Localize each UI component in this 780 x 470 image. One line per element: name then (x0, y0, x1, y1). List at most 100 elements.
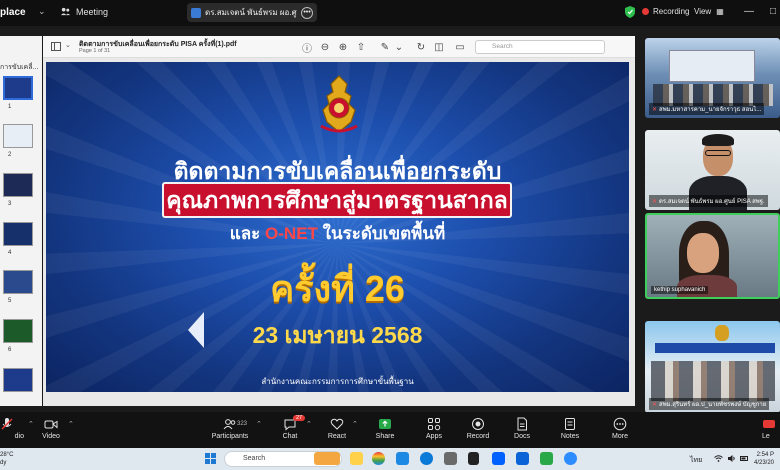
person-glasses (705, 150, 731, 156)
system-clock[interactable]: 2:54 P 4/23/20 (754, 451, 774, 467)
restore-button[interactable]: □ (770, 6, 776, 17)
weather-widget[interactable]: 28°C dy (0, 451, 13, 467)
more-button[interactable]: More (597, 415, 643, 447)
docs-button[interactable]: Docs (499, 415, 545, 447)
rotate-icon[interactable]: ↻ (415, 41, 427, 53)
search-highlight-icon[interactable] (314, 452, 340, 465)
security-shield-icon[interactable] (625, 6, 635, 18)
record-button[interactable]: Record (455, 415, 501, 447)
apps-button[interactable]: Apps (411, 415, 457, 447)
page-thumbnail-2[interactable] (3, 124, 33, 148)
chevron-down-icon[interactable]: ⌄ (65, 41, 71, 49)
chat-unread-badge: 27 (293, 415, 306, 421)
apps-icon (428, 418, 441, 431)
windows-taskbar: 28°C dy Search ไทย 2:54 P 4/23/20 (0, 448, 780, 470)
mic-muted-icon: ✕ (652, 198, 658, 205)
edge-browser-icon[interactable] (420, 452, 433, 465)
person-face (687, 233, 719, 273)
page-thumbnail-4[interactable] (3, 222, 33, 246)
recording-indicator[interactable]: Recording (642, 7, 689, 16)
chevron-down-icon[interactable]: ⌄ (393, 41, 405, 53)
zoom-out-icon[interactable]: ⊖ (319, 41, 331, 53)
page-thumbnail-5[interactable] (3, 270, 33, 294)
page-thumbnail-7[interactable] (3, 368, 33, 392)
emblem-icon (715, 325, 729, 341)
line3-suffix: ในระดับเขตพื้นที่ (322, 224, 446, 243)
weather-temp: 28°C (0, 452, 14, 458)
view-menu-button[interactable]: View ▦ (694, 7, 724, 16)
file-explorer-icon[interactable] (350, 452, 363, 465)
search-input[interactable]: Search (475, 40, 605, 54)
active-speaker-tile[interactable]: kethip suphavanich (645, 213, 780, 299)
chevron-up-icon[interactable]: ⌃ (352, 420, 358, 428)
share-screen-button[interactable]: Share (362, 415, 408, 447)
wifi-icon[interactable] (714, 454, 723, 463)
outlook-icon[interactable] (516, 452, 529, 465)
record-label: Record (466, 433, 490, 440)
top-bar: place ⌄ Meeting ดร.สมเจตน์ พันธ์พรม ผอ.ศ… (0, 0, 780, 26)
page-thumbnail-3[interactable] (3, 173, 33, 197)
chrome-icon[interactable] (372, 452, 385, 465)
page-thumbnail-pane: การขับเคลื่... 1 2 3 4 5 6 (0, 36, 42, 406)
amazon-icon[interactable] (468, 452, 479, 465)
windows-start-icon[interactable] (205, 453, 216, 464)
page-number: 4 (8, 250, 12, 256)
share-label: Share (375, 433, 395, 440)
participants-label: Participants (211, 433, 249, 440)
markup-pen-icon[interactable]: ✎ (379, 41, 391, 53)
participant-name: ดร.สมเจตน์ พันธ์พรม ผอ.ศูนย์ PISA สพฐ. (659, 199, 765, 205)
share-screen-icon (379, 419, 391, 429)
participants-icon (223, 419, 236, 430)
participant-video-tile[interactable]: ✕ สพม.มหาสารคาม_นายจักราวุธ สอนไ... (645, 38, 780, 118)
minimize-button[interactable]: — (744, 6, 754, 17)
participant-name-label: ✕ สพม.สุรินทร์ ผอ.ป_นายพัชรพงษ์ บัญชูกาย (649, 398, 770, 410)
meeting-people-icon (60, 7, 71, 16)
more-options-icon[interactable]: ••• (301, 6, 313, 19)
record-icon (472, 418, 484, 430)
zoom-meeting-window: place ⌄ Meeting ดร.สมเจตน์ พันธ์พรม ผอ.ศ… (0, 0, 780, 470)
edge-icon[interactable] (396, 452, 409, 465)
participant-video-tile[interactable]: ✕ ดร.สมเจตน์ พันธ์พรม ผอ.ศูนย์ PISA สพฐ. (645, 130, 780, 210)
input-language[interactable]: ไทย (690, 455, 702, 466)
page-thumbnail-6[interactable] (3, 319, 33, 343)
mic-muted-icon: ✕ (652, 106, 658, 113)
participant-name: สพม.มหาสารคาม_นายจักราวุธ สอนไ... (659, 107, 762, 113)
meeting-info-button[interactable]: Meeting (60, 6, 108, 17)
clock-time: 2:54 P (756, 452, 775, 458)
participants-button[interactable]: 323 Participants (207, 415, 253, 447)
pdf-toolbar: ⌄ ติดตามการขับเคลื่อนเพื่อยกระดับ PISA ค… (43, 36, 635, 58)
mic-muted-icon: ✕ (652, 401, 658, 408)
microphone-icon (1, 418, 13, 430)
share-upload-icon[interactable]: ⇧ (355, 41, 367, 53)
battery-icon[interactable] (740, 454, 749, 463)
weather-state: dy (0, 460, 7, 466)
zoom-in-icon[interactable]: ⊕ (337, 41, 349, 53)
sharing-indicator-pill[interactable]: ดร.สมเจตน์ พันธ์พรม ผอ.ศูนย์ PISA ส ••• (187, 3, 317, 22)
leave-icon (763, 420, 775, 428)
chevron-down-icon[interactable]: ⌄ (38, 6, 46, 17)
page-number: 2 (8, 152, 12, 158)
chevron-up-icon[interactable]: ⌃ (256, 420, 262, 428)
speaker-icon[interactable] (727, 454, 736, 463)
dropbox-icon[interactable] (492, 452, 505, 465)
sidebar-toggle-icon[interactable] (51, 42, 61, 51)
chevron-up-icon[interactable]: ⌃ (68, 420, 74, 428)
leave-button[interactable]: Le (762, 415, 780, 447)
participant-gallery: ✕ สพม.มหาสารคาม_นายจักราวุธ สอนไ... ✕ ดร… (645, 38, 780, 413)
page-number: 6 (8, 347, 12, 353)
info-icon[interactable]: ⓘ (301, 41, 313, 55)
notes-button[interactable]: Notes (547, 415, 593, 447)
line3-highlight: O-NET (265, 224, 318, 243)
chevron-up-icon[interactable]: ⌃ (306, 420, 312, 428)
excel-icon[interactable] (540, 452, 553, 465)
audio-button[interactable]: dio (0, 415, 30, 447)
page-thumbnail-1[interactable] (3, 76, 33, 100)
page-number: 3 (8, 201, 12, 207)
store-icon[interactable] (444, 452, 457, 465)
meeting-date: 23 เมษายน 2568 (252, 322, 423, 348)
zoom-icon[interactable] (564, 452, 577, 465)
participant-video-tile[interactable]: ✕ สพม.สุรินทร์ ผอ.ป_นายพัชรพงษ์ บัญชูกาย (645, 321, 780, 413)
highlight-icon[interactable]: ◫ (433, 41, 445, 53)
form-fill-icon[interactable]: ▭ (454, 41, 466, 53)
apps-label: Apps (426, 433, 442, 440)
